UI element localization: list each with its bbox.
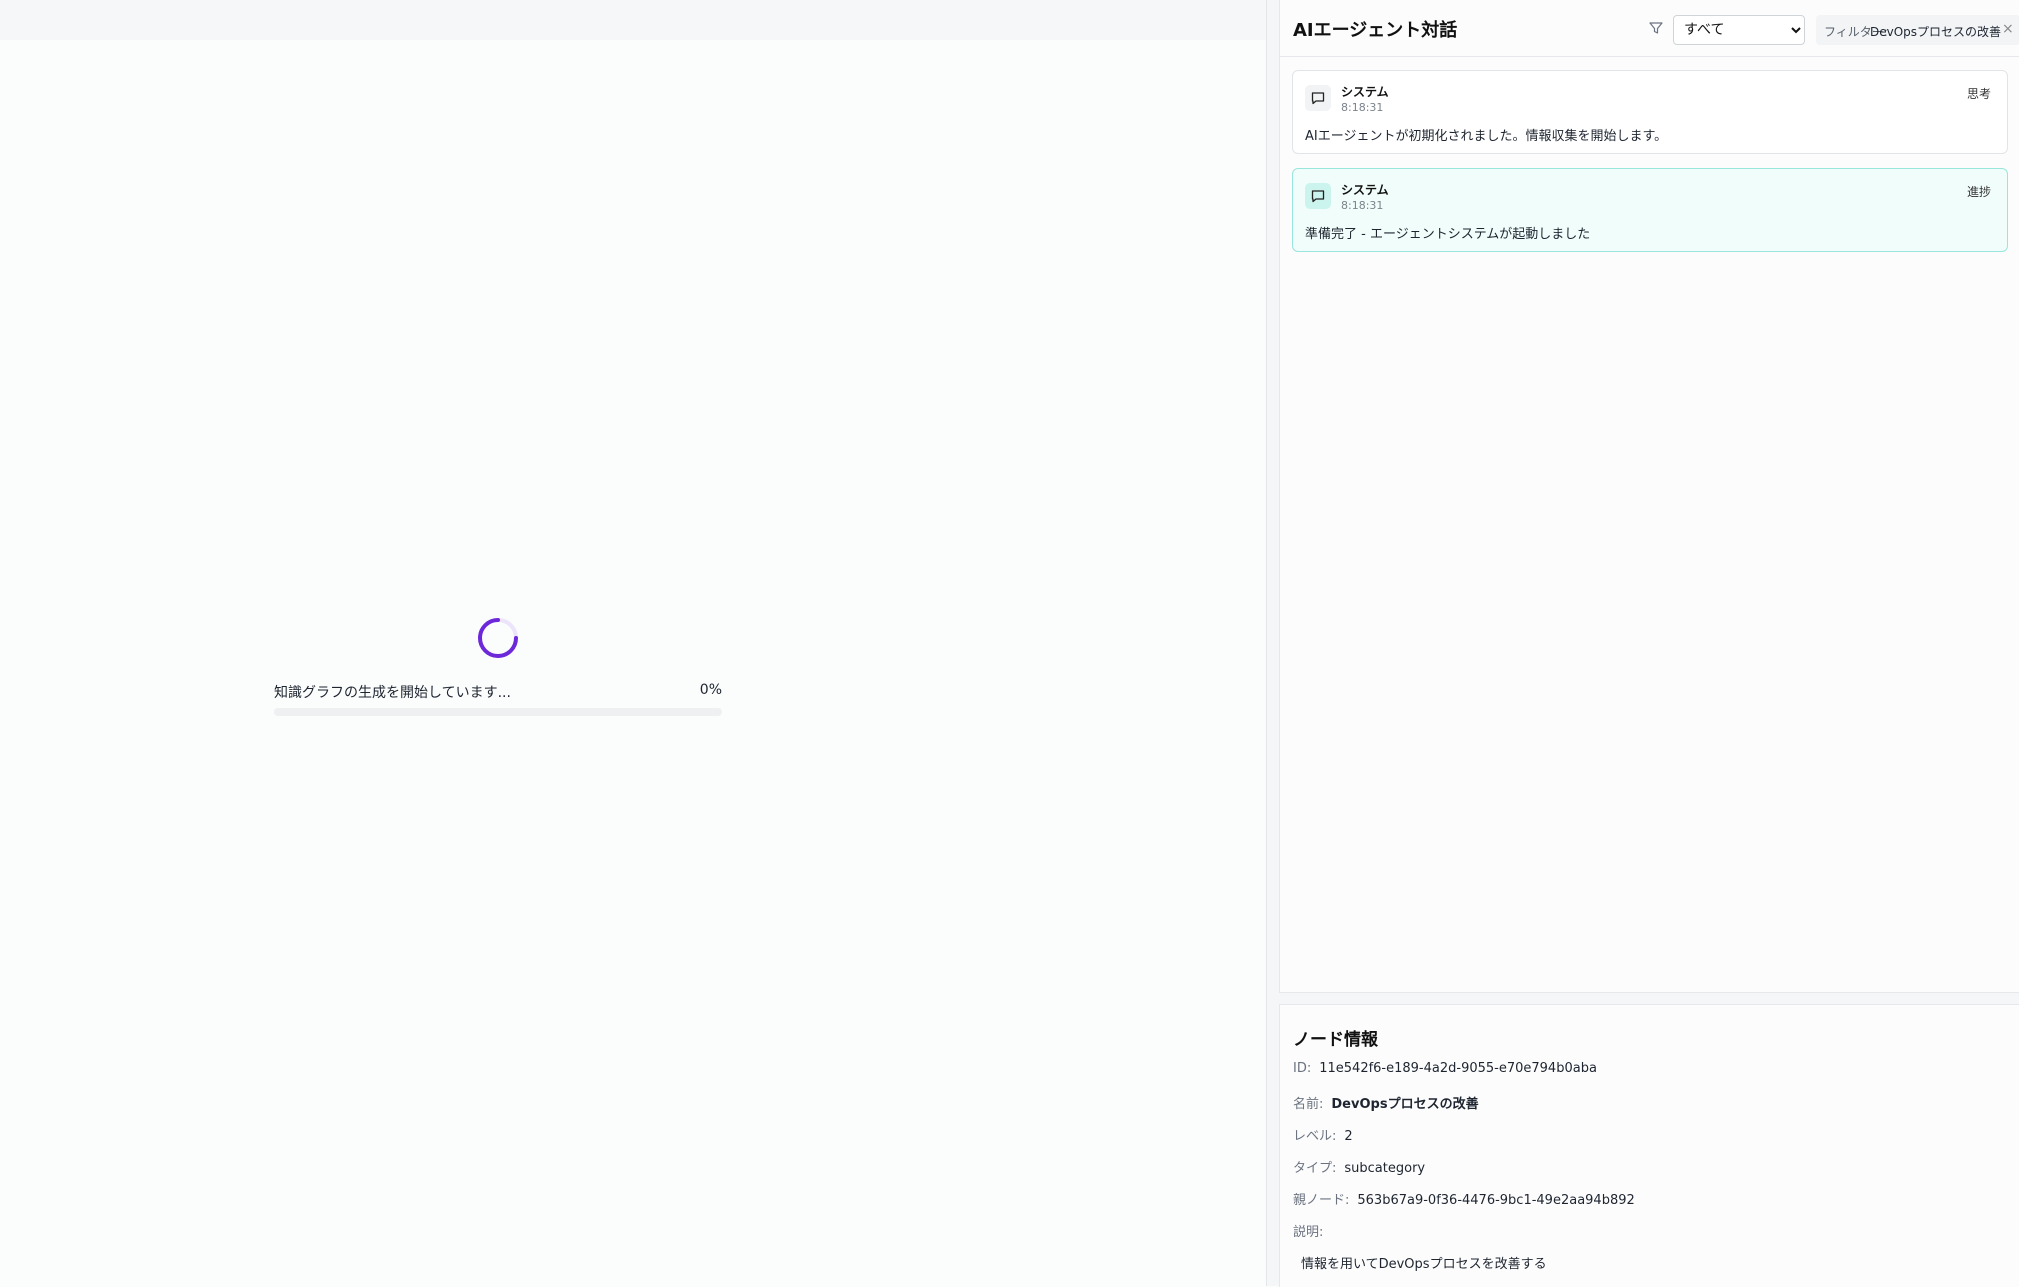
message-text: AIエージェントが初期化されました。情報収集を開始します。	[1305, 129, 1668, 144]
node-field-value: DevOpsプロセスの改善	[1331, 1097, 1479, 1112]
active-filter-chip: フィルター: DevOpsプロセスの改善 ×	[1816, 15, 2019, 45]
message-time: 8:18:31	[1341, 101, 1384, 114]
loading-percent: 0%	[699, 682, 722, 698]
node-field-name: 名前: DevOpsプロセスの改善	[1293, 1093, 1479, 1112]
chat-message: システム 8:18:31 進捗 準備完了 - エージェントシステムが起動しました	[1292, 168, 2008, 252]
chat-title: AIエージェント対話	[1293, 20, 1458, 41]
node-field-value: 563b67a9-0f36-4476-9bc1-49e2aa94b892	[1357, 1193, 1635, 1208]
node-info-title: ノード情報	[1293, 1030, 1378, 1050]
filter-chip-value: DevOpsプロセスの改善	[1870, 25, 2002, 39]
message-icon	[1305, 183, 1331, 209]
node-field-id: ID: 11e542f6-e189-4a2d-9055-e70e794b0aba	[1293, 1061, 1597, 1076]
right-sidebar: AIエージェント対話 すべて フィルター: DevOpsプロセスの改善 × シス…	[1267, 0, 2019, 1287]
loading-spinner-icon	[478, 618, 518, 658]
filter-icon	[1649, 22, 1663, 34]
node-field-label: 親ノード:	[1293, 1193, 1350, 1208]
agent-chat-panel: AIエージェント対話 すべて フィルター: DevOpsプロセスの改善 × シス…	[1279, 0, 2019, 993]
graph-canvas-area: 知識グラフの生成を開始しています... 0%	[0, 0, 1266, 1286]
node-field-value: 11e542f6-e189-4a2d-9055-e70e794b0aba	[1319, 1061, 1597, 1076]
message-type-badge: 思考	[1966, 87, 1991, 101]
message-sender: システム	[1341, 85, 1389, 99]
node-field-label: ID:	[1293, 1061, 1312, 1076]
message-time: 8:18:31	[1341, 199, 1384, 212]
message-icon	[1305, 85, 1331, 111]
top-toolbar-strip	[0, 0, 1266, 40]
message-text: 準備完了 - エージェントシステムが起動しました	[1305, 227, 1591, 242]
node-description-text: 情報を用いてDevOpsプロセスを改善する	[1301, 1257, 1547, 1272]
message-sender: システム	[1341, 183, 1389, 197]
node-field-label: タイプ:	[1293, 1161, 1337, 1176]
message-type-badge: 進捗	[1966, 185, 1991, 199]
node-field-description: 説明:	[1293, 1221, 1331, 1240]
node-field-level: レベル: 2	[1293, 1125, 1353, 1144]
node-field-parent: 親ノード: 563b67a9-0f36-4476-9bc1-49e2aa94b89…	[1293, 1189, 1635, 1208]
message-type-filter-select[interactable]: すべて	[1673, 15, 1805, 45]
node-field-label: レベル:	[1293, 1129, 1337, 1144]
node-field-type: タイプ: subcategory	[1293, 1157, 1425, 1176]
node-field-label: 名前:	[1293, 1097, 1324, 1112]
node-field-label: 説明:	[1293, 1225, 1324, 1240]
progress-bar	[274, 708, 722, 716]
node-field-value: subcategory	[1344, 1161, 1426, 1176]
loading-message: 知識グラフの生成を開始しています...	[274, 685, 511, 701]
node-field-value: 2	[1344, 1129, 1353, 1144]
chat-header: AIエージェント対話 すべて フィルター: DevOpsプロセスの改善 ×	[1280, 0, 2019, 57]
chat-message: システム 8:18:31 思考 AIエージェントが初期化されました。情報収集を開…	[1292, 70, 2008, 154]
node-info-panel: ノード情報 ID: 11e542f6-e189-4a2d-9055-e70e794…	[1279, 1004, 2019, 1287]
close-icon[interactable]: ×	[2002, 21, 2014, 37]
